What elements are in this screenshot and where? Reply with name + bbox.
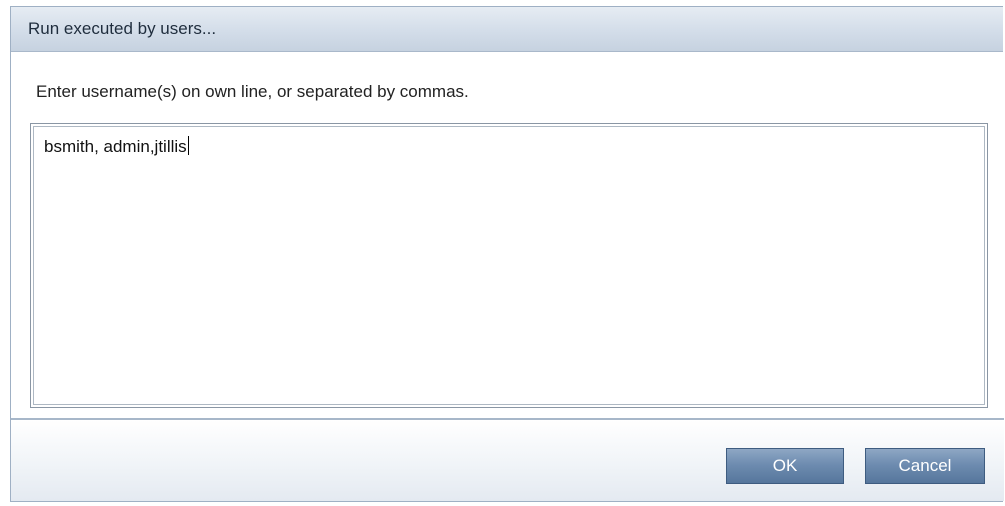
dialog-footer: OK Cancel	[11, 418, 1004, 501]
usernames-textarea[interactable]: bsmith, admin,jtillis	[33, 126, 985, 405]
dialog-body: Enter username(s) on own line, or separa…	[11, 52, 1003, 418]
usernames-value: bsmith, admin,jtillis	[44, 137, 187, 156]
ok-button[interactable]: OK	[726, 448, 844, 484]
instruction-text: Enter username(s) on own line, or separa…	[36, 82, 469, 101]
dialog-title-bar[interactable]: Run executed by users...	[11, 7, 1003, 52]
dialog-title: Run executed by users...	[28, 19, 217, 38]
usernames-textarea-frame: bsmith, admin,jtillis	[30, 123, 988, 408]
run-executed-by-users-dialog: Run executed by users... Enter username(…	[10, 6, 1004, 502]
text-caret	[187, 136, 189, 155]
cancel-button[interactable]: Cancel	[865, 448, 985, 484]
